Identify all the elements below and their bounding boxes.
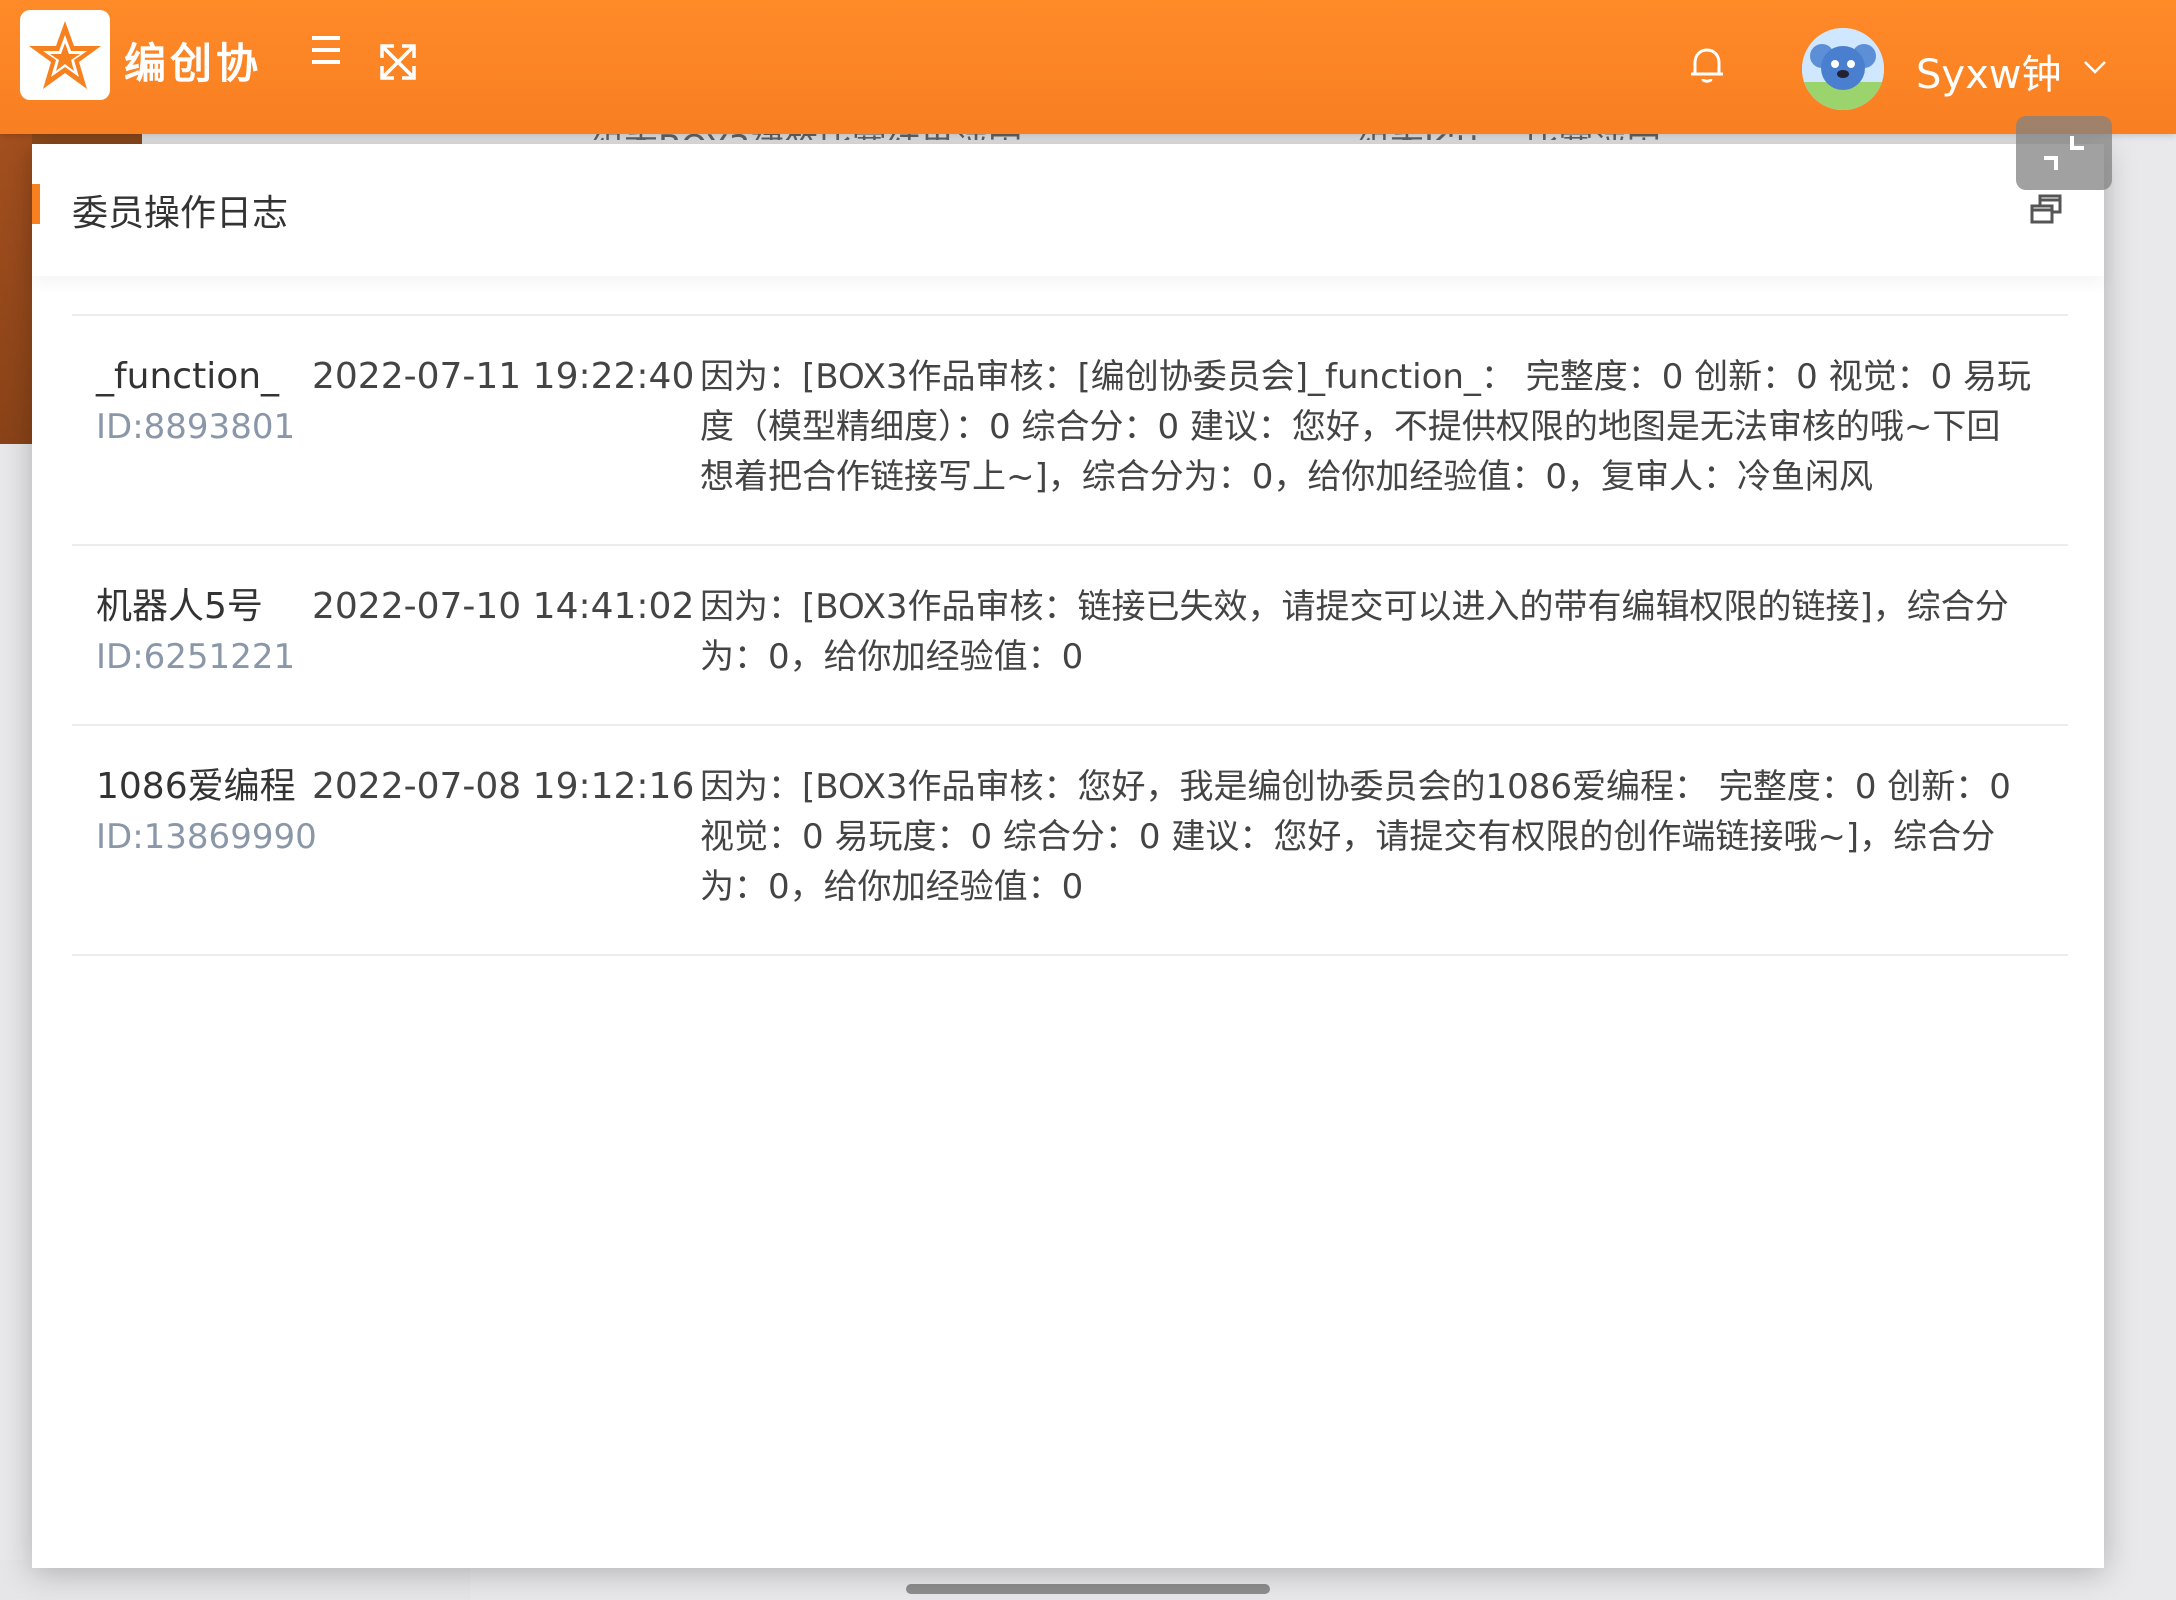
log-user-name: 1086爱编程 — [96, 766, 296, 807]
chevron-down-icon — [2084, 61, 2106, 74]
app-logo[interactable] — [20, 10, 110, 100]
log-time: 2022-07-11 19:22:40 — [312, 356, 695, 397]
log-message: 因为：[BOX3作品审核：链接已失效，请提交可以进入的带有编辑权限的链接]，综合… — [700, 587, 2009, 677]
koala-avatar-icon — [1802, 28, 1884, 110]
title-accent-bar — [32, 184, 40, 224]
hamburger-icon — [312, 36, 340, 64]
restore-window-button[interactable] — [2028, 192, 2064, 228]
operation-log-list: _function_ ID:8893801 2022-07-11 19:22:4… — [72, 314, 2068, 956]
window-restore-icon — [2030, 194, 2062, 224]
avatar[interactable] — [1802, 28, 1884, 110]
log-user-id: ID:6251221 — [96, 637, 296, 677]
expand-arrows-icon — [380, 44, 416, 80]
log-user-id: ID:13869990 — [96, 817, 317, 857]
fullscreen-button[interactable] — [376, 40, 420, 84]
log-user-id: ID:8893801 — [96, 407, 296, 447]
app-name: 编创协 — [124, 39, 263, 88]
log-time: 2022-07-10 14:41:02 — [312, 586, 695, 627]
dialog-header: 委员操作日志 — [32, 144, 2104, 276]
dialog-title: 委员操作日志 — [72, 193, 289, 234]
home-indicator-bar[interactable] — [906, 1584, 1270, 1594]
background-sidebar — [0, 134, 32, 444]
star-logo-icon — [29, 21, 101, 89]
operation-log-dialog: 委员操作日志 _function_ ID:8893801 2022-07-11 … — [32, 144, 2104, 1568]
log-time: 2022-07-08 19:12:16 — [312, 766, 695, 807]
log-user-name: 机器人5号 — [96, 586, 263, 627]
top-header-bar: 编创协 Syxw钟 — [0, 0, 2176, 134]
collapse-corners-icon — [2044, 136, 2084, 170]
collapse-dialog-button[interactable] — [2016, 116, 2112, 190]
notification-button[interactable] — [1686, 44, 1728, 86]
log-row: 机器人5号 ID:6251221 2022-07-10 14:41:02 因为：… — [72, 546, 2068, 726]
log-user-name: _function_ — [96, 356, 280, 397]
log-row: 1086爱编程 ID:13869990 2022-07-08 19:12:16 … — [72, 726, 2068, 956]
user-menu-toggle[interactable] — [2080, 52, 2110, 82]
hamburger-menu-button[interactable] — [306, 30, 346, 70]
username[interactable]: Syxw钟 — [1916, 42, 2061, 100]
log-message: 因为：[BOX3作品审核：[编创协委员会]_function_： 完整度：0 创… — [700, 357, 2032, 497]
bell-icon — [1691, 48, 1723, 83]
log-row: _function_ ID:8893801 2022-07-11 19:22:4… — [72, 316, 2068, 546]
log-message: 因为：[BOX3作品审核：您好，我是编创协委员会的1086爱编程： 完整度：0 … — [700, 767, 2011, 907]
